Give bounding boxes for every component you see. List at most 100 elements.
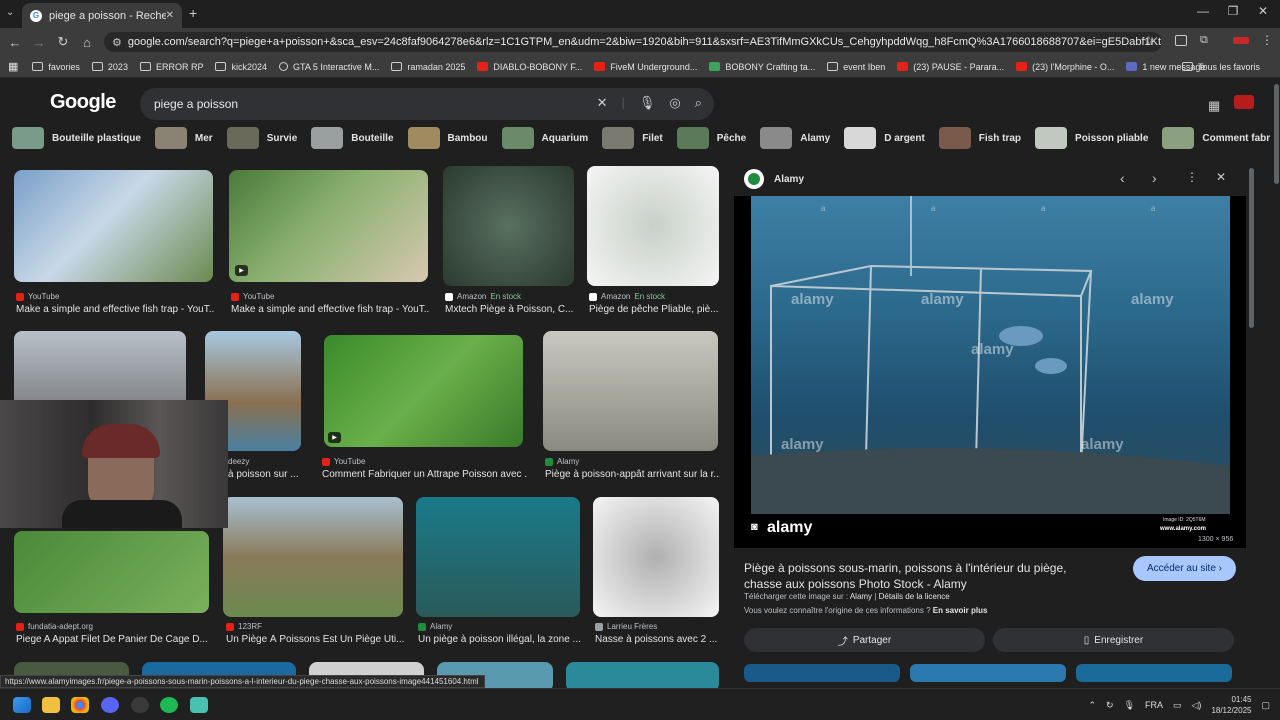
prev-icon[interactable]: ‹ [1120,170,1125,186]
site-info-icon[interactable]: ⚙ [112,36,122,49]
avatar[interactable] [1234,95,1254,109]
chip[interactable]: Aquarium [501,127,588,149]
bookmark-morphine[interactable]: (23) l'Morphine - O... [1016,62,1114,72]
google-logo[interactable]: Google [50,91,116,114]
result-title[interactable]: Un piège à poisson illégal, la zone ... [418,634,584,645]
result-title[interactable]: Piège de pêche Pliable, piè... [589,304,721,315]
new-tab-icon[interactable]: + [189,5,197,21]
discord-icon[interactable] [101,697,119,713]
browser-tab[interactable]: G piege a poisson - Recherche Go ✕ [22,3,182,28]
result-title[interactable]: Make a simple and effective fish trap - … [231,304,430,315]
share-button[interactable]: ⤴ Partager [744,628,985,652]
chip[interactable]: Fish trap [938,127,1021,149]
related-image[interactable] [744,664,900,682]
download-site-link[interactable]: Alamy [850,592,872,601]
chip[interactable]: Mer [154,127,213,149]
result-title[interactable]: Piege A Appat Filet De Panier De Cage D.… [16,634,211,645]
result-title[interactable]: Piège à poisson-appât arrivant sur la r.… [545,469,720,480]
bookmark-ramadan[interactable]: ramadan 2025 [391,62,465,72]
file-explorer-icon[interactable] [42,697,60,713]
bookmark-star-icon[interactable]: ☆ [1143,33,1155,49]
result-title[interactable]: à poisson sur ... [228,469,304,480]
notification-icon[interactable]: ▢ [1261,700,1270,711]
bookmark-favories[interactable]: favories [32,62,80,72]
preview-site-name[interactable]: Alamy [774,174,804,185]
next-icon[interactable]: › [1152,170,1157,186]
result-image[interactable] [416,497,580,617]
bookmark-pause[interactable]: (23) PAUSE - Parara... [897,62,1004,72]
preview-image[interactable]: alamy alamy alamy alamy alamy alamy a a … [751,196,1230,514]
home-icon[interactable]: ⌂ [75,35,99,50]
minimize-icon[interactable]: — [1188,4,1218,18]
menu-dots-icon[interactable]: ⋮ [1261,33,1273,47]
more-icon[interactable]: ⋮ [1186,170,1198,184]
sync-icon[interactable]: ↻ [1106,700,1114,711]
google-apps-icon[interactable]: ▦ [1208,98,1220,114]
result-image[interactable] [14,170,213,282]
clock[interactable]: 01:45 18/12/2025 [1211,694,1251,716]
chip[interactable]: Survie [226,127,297,149]
chip[interactable]: Filet [602,127,663,149]
close-window-icon[interactable]: ✕ [1248,4,1278,18]
profile-icon[interactable] [1233,37,1249,44]
mic-tray-icon[interactable]: 🎙 [1124,700,1135,711]
result-image[interactable]: ▶ [229,170,428,282]
spotify-icon[interactable] [160,697,178,713]
extensions-icon[interactable]: ⧉ [1200,34,1208,47]
panel-scrollbar[interactable] [1249,168,1254,328]
page-scrollbar[interactable] [1274,84,1279,184]
chip[interactable]: Poisson pliable [1035,127,1148,149]
tab-close-icon[interactable]: ✕ [166,10,174,21]
result-image[interactable] [443,166,574,286]
chip[interactable]: Alamy [760,127,830,149]
visit-site-button[interactable]: Accéder au site › [1133,556,1236,581]
result-image[interactable] [223,497,403,617]
search-icon[interactable]: ⌕ [695,95,702,111]
chip[interactable]: Pêche [676,127,746,149]
chip[interactable]: Bouteille plastique [12,127,141,149]
tab-search-icon[interactable]: ⌄ [6,7,14,18]
address-bar[interactable]: ⚙ google.com/search?q=piege+a+poisson+&s… [104,32,1162,52]
search-box[interactable]: piege a poisson ✕ | 🎙 ◎ ⌕ [140,88,714,120]
clear-icon[interactable]: ✕ [597,95,608,111]
network-icon[interactable]: ▭ [1173,700,1182,711]
bookmark-fivem[interactable]: FiveM Underground... [594,62,697,72]
mic-icon[interactable]: 🎙 [639,95,656,111]
apps-grid-icon[interactable]: ▦ [8,60,18,73]
close-icon[interactable]: ✕ [1216,170,1226,184]
result-title[interactable]: Mxtech Piège à Poisson, C... [445,304,576,315]
learn-more-link[interactable]: En savoir plus [933,606,988,615]
app-icon[interactable] [190,697,208,713]
related-image[interactable] [910,664,1066,682]
bookmark-error-rp[interactable]: ERROR RP [139,62,203,72]
forward-icon[interactable]: → [27,35,51,50]
volume-icon[interactable]: ◁) [1192,700,1202,711]
bookmark-kick2024[interactable]: kick2024 [215,62,267,72]
chip[interactable]: D argent [844,127,925,149]
reload-icon[interactable]: ↻ [51,34,75,50]
obs-icon[interactable] [131,697,149,713]
chip[interactable]: Comment fabriquer [1162,127,1270,149]
result-image[interactable]: ▶ [324,335,523,447]
screenshot-icon[interactable] [1175,35,1187,46]
save-button[interactable]: ▯ Enregistrer [993,628,1234,652]
result-image[interactable] [587,166,719,286]
result-title[interactable]: Make a simple and effective fish trap - … [16,304,215,315]
chrome-icon[interactable] [71,697,89,713]
result-title[interactable]: Comment Fabriquer un Attrape Poisson ave… [322,469,527,480]
related-image[interactable] [1076,664,1232,682]
result-image[interactable] [543,331,718,451]
back-icon[interactable]: ← [3,35,27,50]
result-image[interactable] [14,531,209,613]
result-title[interactable]: Un Piège À Poissons Est Un Piège Uti... [226,634,406,645]
language-indicator[interactable]: FRA [1145,700,1163,710]
tray-expand-icon[interactable]: ⌃ [1088,700,1096,711]
windows-start-icon[interactable] [13,697,31,713]
result-title[interactable]: Nasse à poissons avec 2 ... [595,634,721,645]
preview-title[interactable]: Piège à poissons sous-marin, poissons à … [744,560,1104,592]
bookmark-bobony[interactable]: BOBONY Crafting ta... [709,62,815,72]
restore-icon[interactable]: ❐ [1218,4,1248,18]
bookmark-gta5[interactable]: GTA 5 Interactive M... [279,62,379,72]
bookmark-2023[interactable]: 2023 [91,62,128,72]
bookmark-diablo[interactable]: DIABLO-BOBONY F... [477,62,582,72]
